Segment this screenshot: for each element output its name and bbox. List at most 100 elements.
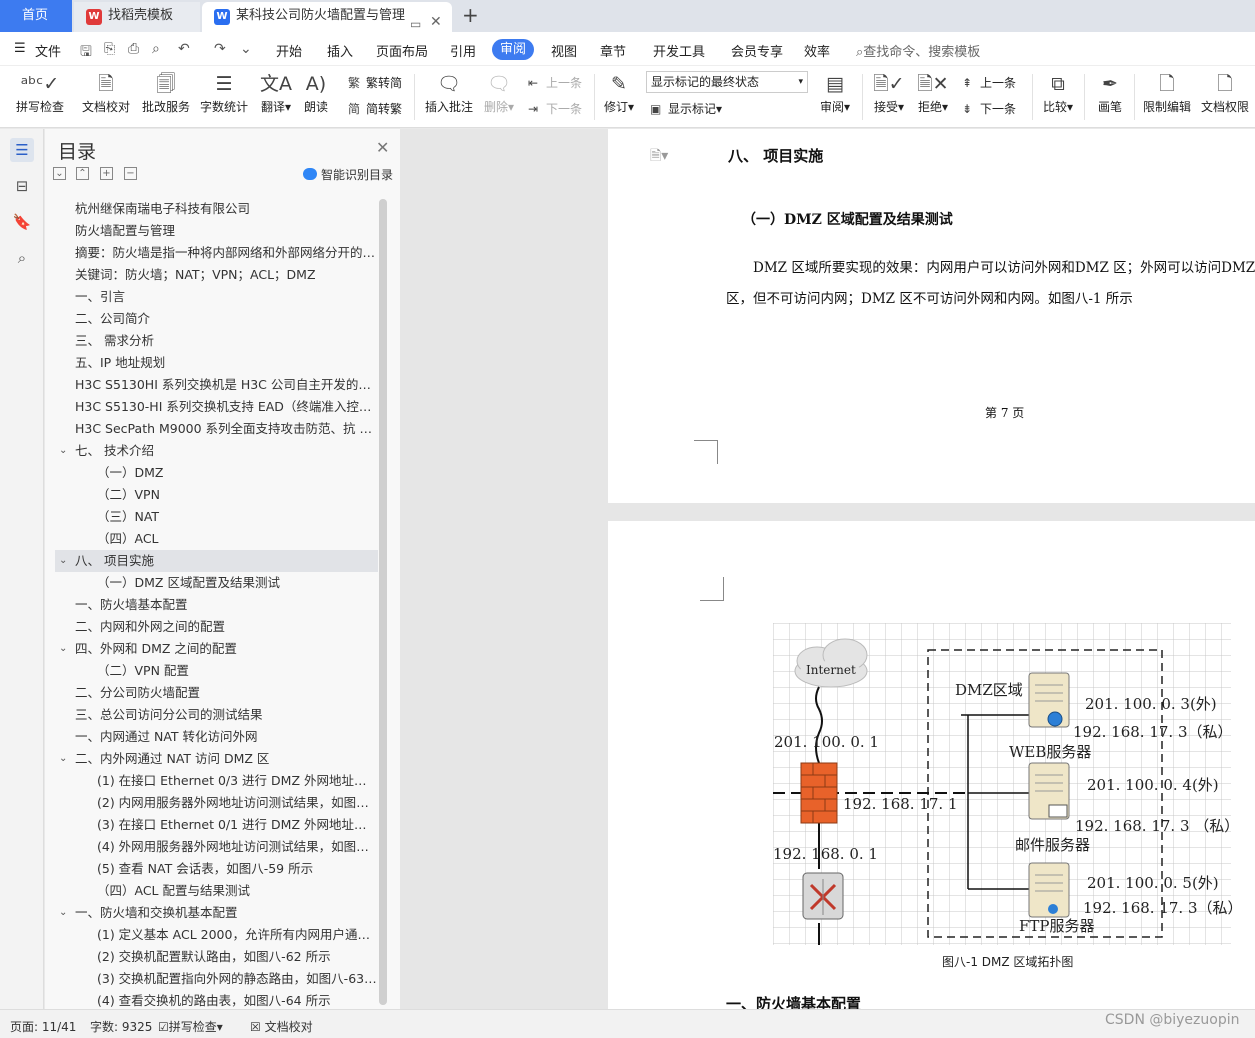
- to-traditional-button[interactable]: 简简转繁: [348, 100, 402, 117]
- toc-item[interactable]: ⌄ 一、防火墙和交换机基本配置: [55, 902, 378, 924]
- toc-item[interactable]: 二、内网和外网之间的配置: [55, 616, 378, 638]
- document-page[interactable]: Internet DMZ区域 201. 100. 0. 1 192. 168. …: [608, 521, 1255, 1009]
- toc-item[interactable]: (3) 在接口 Ethernet 0/1 进行 DMZ 外网地址的转换: [55, 814, 378, 836]
- translate-button[interactable]: 文A 翻译▾: [256, 70, 296, 116]
- chevron-down-icon[interactable]: ⌄: [59, 902, 67, 924]
- toc-item[interactable]: 三、总公司访问分公司的测试结果: [55, 704, 378, 726]
- toc-item[interactable]: （一）DMZ: [55, 462, 378, 484]
- toc-item[interactable]: H3C S5130-HI 系列交换机支持 EAD（终端准入控制）: [55, 396, 378, 418]
- search-icon[interactable]: ⌕: [10, 246, 34, 270]
- next-change-button[interactable]: ⇟ 下一条: [962, 100, 1016, 117]
- menu-devtools[interactable]: 开发工具: [653, 41, 705, 60]
- to-simplified-button[interactable]: 繁繁转简: [348, 74, 402, 91]
- next-comment-button[interactable]: ⇥ 下一条: [528, 100, 582, 117]
- revise-button[interactable]: ✎ 修订▾: [600, 70, 638, 116]
- menu-layout[interactable]: 页面布局: [376, 41, 428, 60]
- toc-item[interactable]: 防火墙配置与管理: [55, 220, 378, 242]
- tab-find-template[interactable]: W 找稻壳模板: [74, 2, 200, 32]
- close-icon[interactable]: ✕: [376, 138, 389, 157]
- print-icon[interactable]: ⎙: [128, 41, 139, 57]
- batch-revise-button[interactable]: 🗐 批改服务: [138, 70, 194, 116]
- toc-item[interactable]: (3) 交换机配置指向外网的静态路由，如图八-63 所示: [55, 968, 378, 990]
- remove-heading-icon[interactable]: −: [124, 167, 137, 180]
- customize-icon[interactable]: ⌄: [240, 41, 252, 57]
- undo-icon[interactable]: ↶: [178, 41, 190, 57]
- paragraph-marker-icon[interactable]: 🗎▾: [650, 145, 668, 169]
- chapter-icon[interactable]: ⊟: [10, 174, 34, 198]
- restrict-edit-button[interactable]: 🗋 限制编辑: [1140, 70, 1194, 116]
- review-pane-button[interactable]: ▤ 审阅▾: [816, 70, 854, 116]
- toc-item[interactable]: （一）DMZ 区域配置及结果测试: [55, 572, 378, 594]
- chevron-down-icon[interactable]: ⌄: [59, 748, 67, 770]
- toc-item[interactable]: (1) 在接口 Ethernet 0/3 进行 DMZ 外网地址的转换: [55, 770, 378, 792]
- chevron-down-icon[interactable]: ⌄: [59, 638, 67, 660]
- document-area[interactable]: 🗎▾ 八、 项目实施 （一）DMZ 区域配置及结果测试 DMZ 区域所要实现的效…: [400, 129, 1255, 1009]
- delete-comment-button[interactable]: 🗨 删除▾: [480, 70, 518, 116]
- toc-item[interactable]: （四）ACL 配置与结果测试: [55, 880, 378, 902]
- insert-comment-button[interactable]: 🗨 插入批注: [422, 70, 476, 116]
- tab-document[interactable]: W 某科技公司防火墙配置与管理 ▭ ✕: [202, 2, 452, 32]
- doc-rights-button[interactable]: 🗋 文档权限: [1198, 70, 1252, 116]
- menu-member[interactable]: 会员专享: [731, 41, 783, 60]
- toc-item[interactable]: 二、公司简介: [55, 308, 378, 330]
- doc-proof-button[interactable]: 🗎 文档校对: [78, 70, 134, 116]
- menu-review[interactable]: 审阅: [492, 39, 534, 60]
- menu-view[interactable]: 视图: [551, 41, 577, 60]
- toc-item[interactable]: (4) 外网用服务器外网地址访问测试结果，如图八-61: [55, 836, 378, 858]
- toc-scroll-thumb[interactable]: [379, 199, 387, 1005]
- menu-reference[interactable]: 引用: [450, 41, 476, 60]
- toc-item[interactable]: 杭州继保南瑞电子科技有限公司: [55, 198, 378, 220]
- read-aloud-button[interactable]: A) 朗读: [300, 70, 332, 116]
- status-spell-check[interactable]: ☑拼写检查▾: [158, 1018, 223, 1035]
- show-markup-button[interactable]: ▣ 显示标记▾: [650, 100, 722, 117]
- reject-button[interactable]: 🗎✕ 拒绝▾: [914, 70, 952, 116]
- toc-item[interactable]: 一、防火墙基本配置: [55, 594, 378, 616]
- toc-item[interactable]: (2) 内网用服务器外网地址访问测试结果，如图八-60: [55, 792, 378, 814]
- prev-comment-button[interactable]: ⇤ 上一条: [528, 74, 582, 91]
- toc-item[interactable]: 三、 需求分析: [55, 330, 378, 352]
- toc-item[interactable]: ⌄ 八、 项目实施: [55, 550, 378, 572]
- collapse-all-icon[interactable]: ⌃: [76, 167, 89, 180]
- word-count[interactable]: 字数: 9325: [90, 1018, 152, 1035]
- toc-item[interactable]: (1) 定义基本 ACL 2000，允许所有内网用户通过防火墙: [55, 924, 378, 946]
- redo-icon[interactable]: ↷: [214, 41, 226, 57]
- menu-start[interactable]: 开始: [276, 41, 302, 60]
- toc-item[interactable]: （二）VPN 配置: [55, 660, 378, 682]
- toc-item[interactable]: （三）NAT: [55, 506, 378, 528]
- prev-change-button[interactable]: ⇞ 上一条: [962, 74, 1016, 91]
- print-preview-icon[interactable]: ⌕: [152, 41, 160, 57]
- expand-all-icon[interactable]: ⌄: [53, 167, 66, 180]
- toc-item[interactable]: ⌄ 四、外网和 DMZ 之间的配置: [55, 638, 378, 660]
- tab-home[interactable]: 首页: [0, 0, 72, 32]
- chevron-down-icon[interactable]: ⌄: [59, 440, 67, 462]
- ai-toc-button[interactable]: 智能识别目录: [303, 166, 393, 183]
- toc-item[interactable]: （二）VPN: [55, 484, 378, 506]
- word-count-button[interactable]: ☰ 字数统计: [196, 70, 252, 116]
- pen-button[interactable]: ✒ 画笔: [1092, 70, 1128, 116]
- toc-icon[interactable]: ☰: [10, 138, 34, 162]
- menu-section[interactable]: 章节: [600, 41, 626, 60]
- toc-item[interactable]: 摘要：防火墙是指一种将内部网络和外部网络分开的方法: [55, 242, 378, 264]
- page-indicator[interactable]: 页面: 11/41: [10, 1018, 76, 1035]
- status-doc-proof[interactable]: ☒ 文档校对: [250, 1018, 313, 1035]
- toc-item[interactable]: 关键词：防火墙；NAT；VPN；ACL；DMZ: [55, 264, 378, 286]
- hamburger-icon[interactable]: ☰: [14, 41, 26, 56]
- compare-button[interactable]: ⧉ 比较▾: [1038, 70, 1078, 116]
- toc-item[interactable]: 一、引言: [55, 286, 378, 308]
- toc-item[interactable]: (5) 查看 NAT 会话表，如图八-59 所示: [55, 858, 378, 880]
- toc-item[interactable]: H3C SecPath M9000 系列全面支持攻击防范、抗 DDoS: [55, 418, 378, 440]
- menu-insert[interactable]: 插入: [327, 41, 353, 60]
- toc-item[interactable]: (2) 交换机配置默认路由，如图八-62 所示: [55, 946, 378, 968]
- toc-item[interactable]: ⌄ 二、内外网通过 NAT 访问 DMZ 区: [55, 748, 378, 770]
- toc-item[interactable]: ⌄ 七、 技术介绍: [55, 440, 378, 462]
- toc-item[interactable]: 一、内网通过 NAT 转化访问外网: [55, 726, 378, 748]
- command-search[interactable]: ⌕查找命令、搜索模板: [856, 41, 980, 60]
- document-page[interactable]: 🗎▾ 八、 项目实施 （一）DMZ 区域配置及结果测试 DMZ 区域所要实现的效…: [608, 129, 1255, 503]
- markup-state-select[interactable]: 显示标记的最终状态 ▾: [646, 71, 808, 93]
- toc-item[interactable]: （四）ACL: [55, 528, 378, 550]
- spell-check-button[interactable]: ᵃᵇᶜ✓ 拼写检查: [10, 70, 70, 116]
- accept-button[interactable]: 🗎✓ 接受▾: [870, 70, 908, 116]
- export-pdf-icon[interactable]: ⎘: [104, 41, 115, 57]
- toc-item[interactable]: 五、IP 地址规划: [55, 352, 378, 374]
- menu-efficiency[interactable]: 效率: [804, 41, 830, 60]
